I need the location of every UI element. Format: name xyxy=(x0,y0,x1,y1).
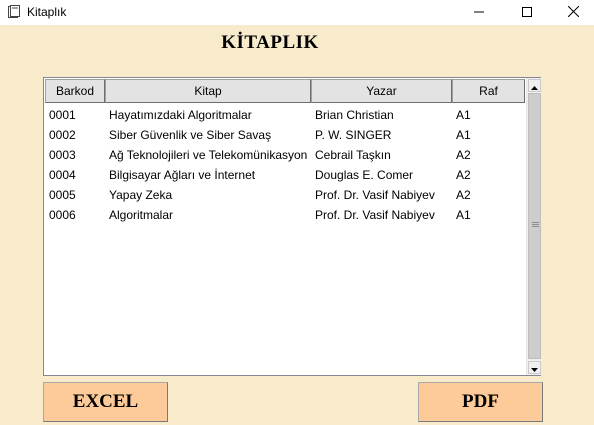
cell-barkod: 0006 xyxy=(49,208,76,222)
cell-yazar: P. W. SINGER xyxy=(315,128,392,142)
cell-raf: A1 xyxy=(456,128,471,142)
client-area: KİTAPLIK Barkod Kitap Yazar Raf 0001 Hay… xyxy=(0,25,594,425)
maximize-button[interactable] xyxy=(504,0,550,25)
window-title: Kitaplık xyxy=(27,5,67,19)
page-title: KİTAPLIK xyxy=(221,32,319,53)
cell-yazar: Prof. Dr. Vasif Nabiyev xyxy=(315,188,435,202)
close-icon xyxy=(567,4,579,22)
close-button[interactable] xyxy=(550,0,594,25)
cell-raf: A1 xyxy=(456,208,471,222)
cell-yazar: Prof. Dr. Vasif Nabiyev xyxy=(315,208,435,222)
column-header-raf[interactable]: Raf xyxy=(452,79,525,103)
title-bar: Kitaplık xyxy=(0,0,594,25)
minimize-button[interactable] xyxy=(456,0,502,25)
grip-line xyxy=(532,222,539,223)
cell-yazar: Brian Christian xyxy=(315,108,394,122)
cell-barkod: 0001 xyxy=(49,108,76,122)
excel-export-button[interactable]: EXCEL xyxy=(43,382,168,422)
cell-barkod: 0004 xyxy=(49,168,76,182)
books-table[interactable]: Barkod Kitap Yazar Raf 0001 Hayatımızdak… xyxy=(43,77,541,376)
cell-kitap: Hayatımızdaki Algoritmalar xyxy=(109,108,252,122)
cell-yazar: Cebrail Taşkın xyxy=(315,148,391,162)
table-header: Barkod Kitap Yazar Raf xyxy=(45,79,525,103)
cell-kitap: Algoritmalar xyxy=(109,208,174,222)
cell-barkod: 0003 xyxy=(49,148,76,162)
table-body: 0001 Hayatımızdaki Algoritmalar Brian Ch… xyxy=(45,105,525,225)
table-row[interactable]: 0001 Hayatımızdaki Algoritmalar Brian Ch… xyxy=(45,105,525,125)
table-row[interactable]: 0003 Ağ Teknolojileri ve Telekomünikasyo… xyxy=(45,145,525,165)
table-row[interactable]: 0005 Yapay Zeka Prof. Dr. Vasif Nabiyev … xyxy=(45,185,525,205)
cell-kitap: Ağ Teknolojileri ve Telekomünikasyon xyxy=(109,148,308,162)
cell-barkod: 0002 xyxy=(49,128,76,142)
cell-raf: A2 xyxy=(456,168,471,182)
cell-raf: A2 xyxy=(456,148,471,162)
minimize-icon xyxy=(474,4,484,22)
table-row[interactable]: 0002 Siber Güvenlik ve Siber Savaş P. W.… xyxy=(45,125,525,145)
book-icon xyxy=(7,5,20,19)
pdf-export-button[interactable]: PDF xyxy=(418,382,543,422)
cell-raf: A2 xyxy=(456,188,471,202)
grip-line xyxy=(532,226,539,227)
column-header-barkod[interactable]: Barkod xyxy=(45,79,105,103)
arrow-down-icon xyxy=(531,359,538,377)
vertical-scrollbar[interactable] xyxy=(526,78,541,375)
column-header-yazar[interactable]: Yazar xyxy=(311,79,452,103)
cell-kitap: Bilgisayar Ağları ve İnternet xyxy=(109,168,256,182)
maximize-icon xyxy=(522,4,532,22)
scroll-up-button[interactable] xyxy=(528,79,541,92)
column-header-kitap[interactable]: Kitap xyxy=(105,79,311,103)
table-row[interactable]: 0004 Bilgisayar Ağları ve İnternet Dougl… xyxy=(45,165,525,185)
cell-yazar: Douglas E. Comer xyxy=(315,168,414,182)
grip-line xyxy=(532,224,539,225)
table-row[interactable]: 0006 Algoritmalar Prof. Dr. Vasif Nabiye… xyxy=(45,205,525,225)
cell-kitap: Yapay Zeka xyxy=(109,188,173,202)
arrow-up-icon xyxy=(531,77,538,95)
cell-kitap: Siber Güvenlik ve Siber Savaş xyxy=(109,128,272,142)
scrollbar-thumb[interactable] xyxy=(528,93,541,359)
scroll-down-button[interactable] xyxy=(528,361,541,374)
cell-raf: A1 xyxy=(456,108,471,122)
cell-barkod: 0005 xyxy=(49,188,76,202)
